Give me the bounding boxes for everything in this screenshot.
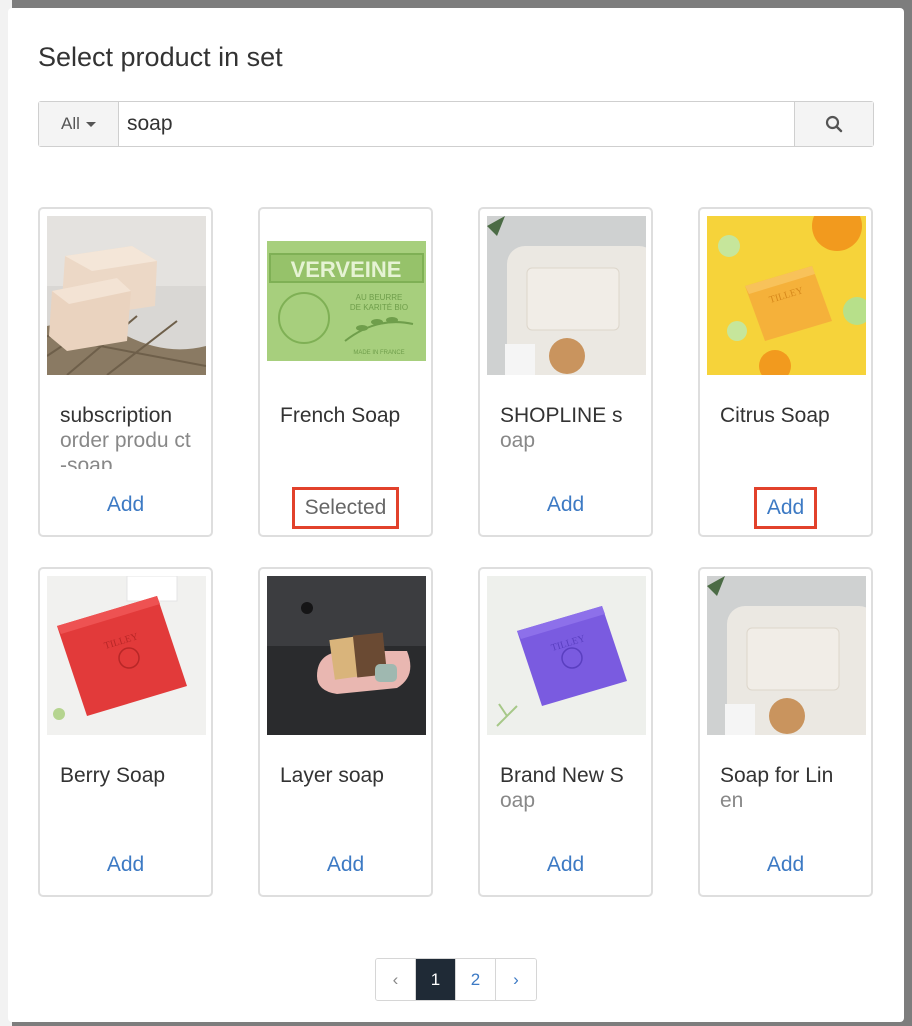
page-2-button[interactable]: 2 [456,959,496,1000]
page-1-button[interactable]: 1 [416,959,456,1000]
product-image [487,216,646,375]
product-card: Layer soap Add [258,567,433,897]
product-name: Brand New S oap [500,764,624,812]
search-icon [825,115,843,133]
search-bar: All [38,101,874,147]
product-image: TILLEY [47,576,206,735]
select-product-modal: Select product in set All soap subscript… [8,8,904,1022]
add-button[interactable]: Add [700,847,871,883]
add-button[interactable]: Add [480,847,651,883]
product-name: SHOPLINE s oap [500,404,623,452]
svg-text:VERVEINE: VERVEINE [291,257,402,282]
svg-text:MADE IN FRANCE: MADE IN FRANCE [353,350,404,356]
product-card: TILLEY Brand New S oap Add [478,567,653,897]
product-image: VERVEINE AU BEURRE DE KARITÉ BIO MADE IN… [267,216,426,375]
add-button[interactable]: Add [40,487,211,523]
add-button[interactable]: Add [700,487,871,529]
product-name: French Soap [280,404,401,427]
product-image: TILLEY [487,576,646,735]
product-image [267,576,426,735]
selected-status[interactable]: Selected [260,487,431,529]
product-card: VERVEINE AU BEURRE DE KARITÉ BIO MADE IN… [258,207,433,537]
product-image [707,576,866,735]
add-button[interactable]: Add [260,847,431,883]
product-card: TILLEY Berry Soap Add [38,567,213,897]
product-card: SHOPLINE s oap Add [478,207,653,537]
product-name: Berry Soap [60,764,166,787]
add-button[interactable]: Add [40,847,211,883]
next-page-button[interactable]: › [496,959,536,1000]
search-button[interactable] [794,102,873,146]
svg-text:DE KARITÉ BIO: DE KARITÉ BIO [350,303,408,312]
prev-page-button[interactable]: ‹ [376,959,416,1000]
product-image: TILLEY [707,216,866,375]
product-name: subscription order produ ct-soap [60,404,191,469]
product-name: Citrus Soap [720,404,830,427]
pagination: ‹ 1 2 › [375,958,537,1001]
svg-text:AU BEURRE: AU BEURRE [356,293,403,302]
search-input[interactable] [119,102,794,146]
product-name: Soap for Lin en [720,764,834,812]
add-button[interactable]: Add [480,487,651,523]
modal-title: Select product in set [38,42,283,72]
caret-down-icon [85,121,96,127]
product-card: subscription order produ ct-soap Add [38,207,213,537]
product-card: TILLEY Citrus Soap Add [698,207,873,537]
product-name: Layer soap [280,764,384,787]
product-card: Soap for Lin en Add [698,567,873,897]
product-grid: subscription order produ ct-soap Add VER… [38,207,873,897]
filter-label: All [61,114,80,133]
filter-dropdown[interactable]: All [39,102,119,146]
product-image [47,216,206,375]
